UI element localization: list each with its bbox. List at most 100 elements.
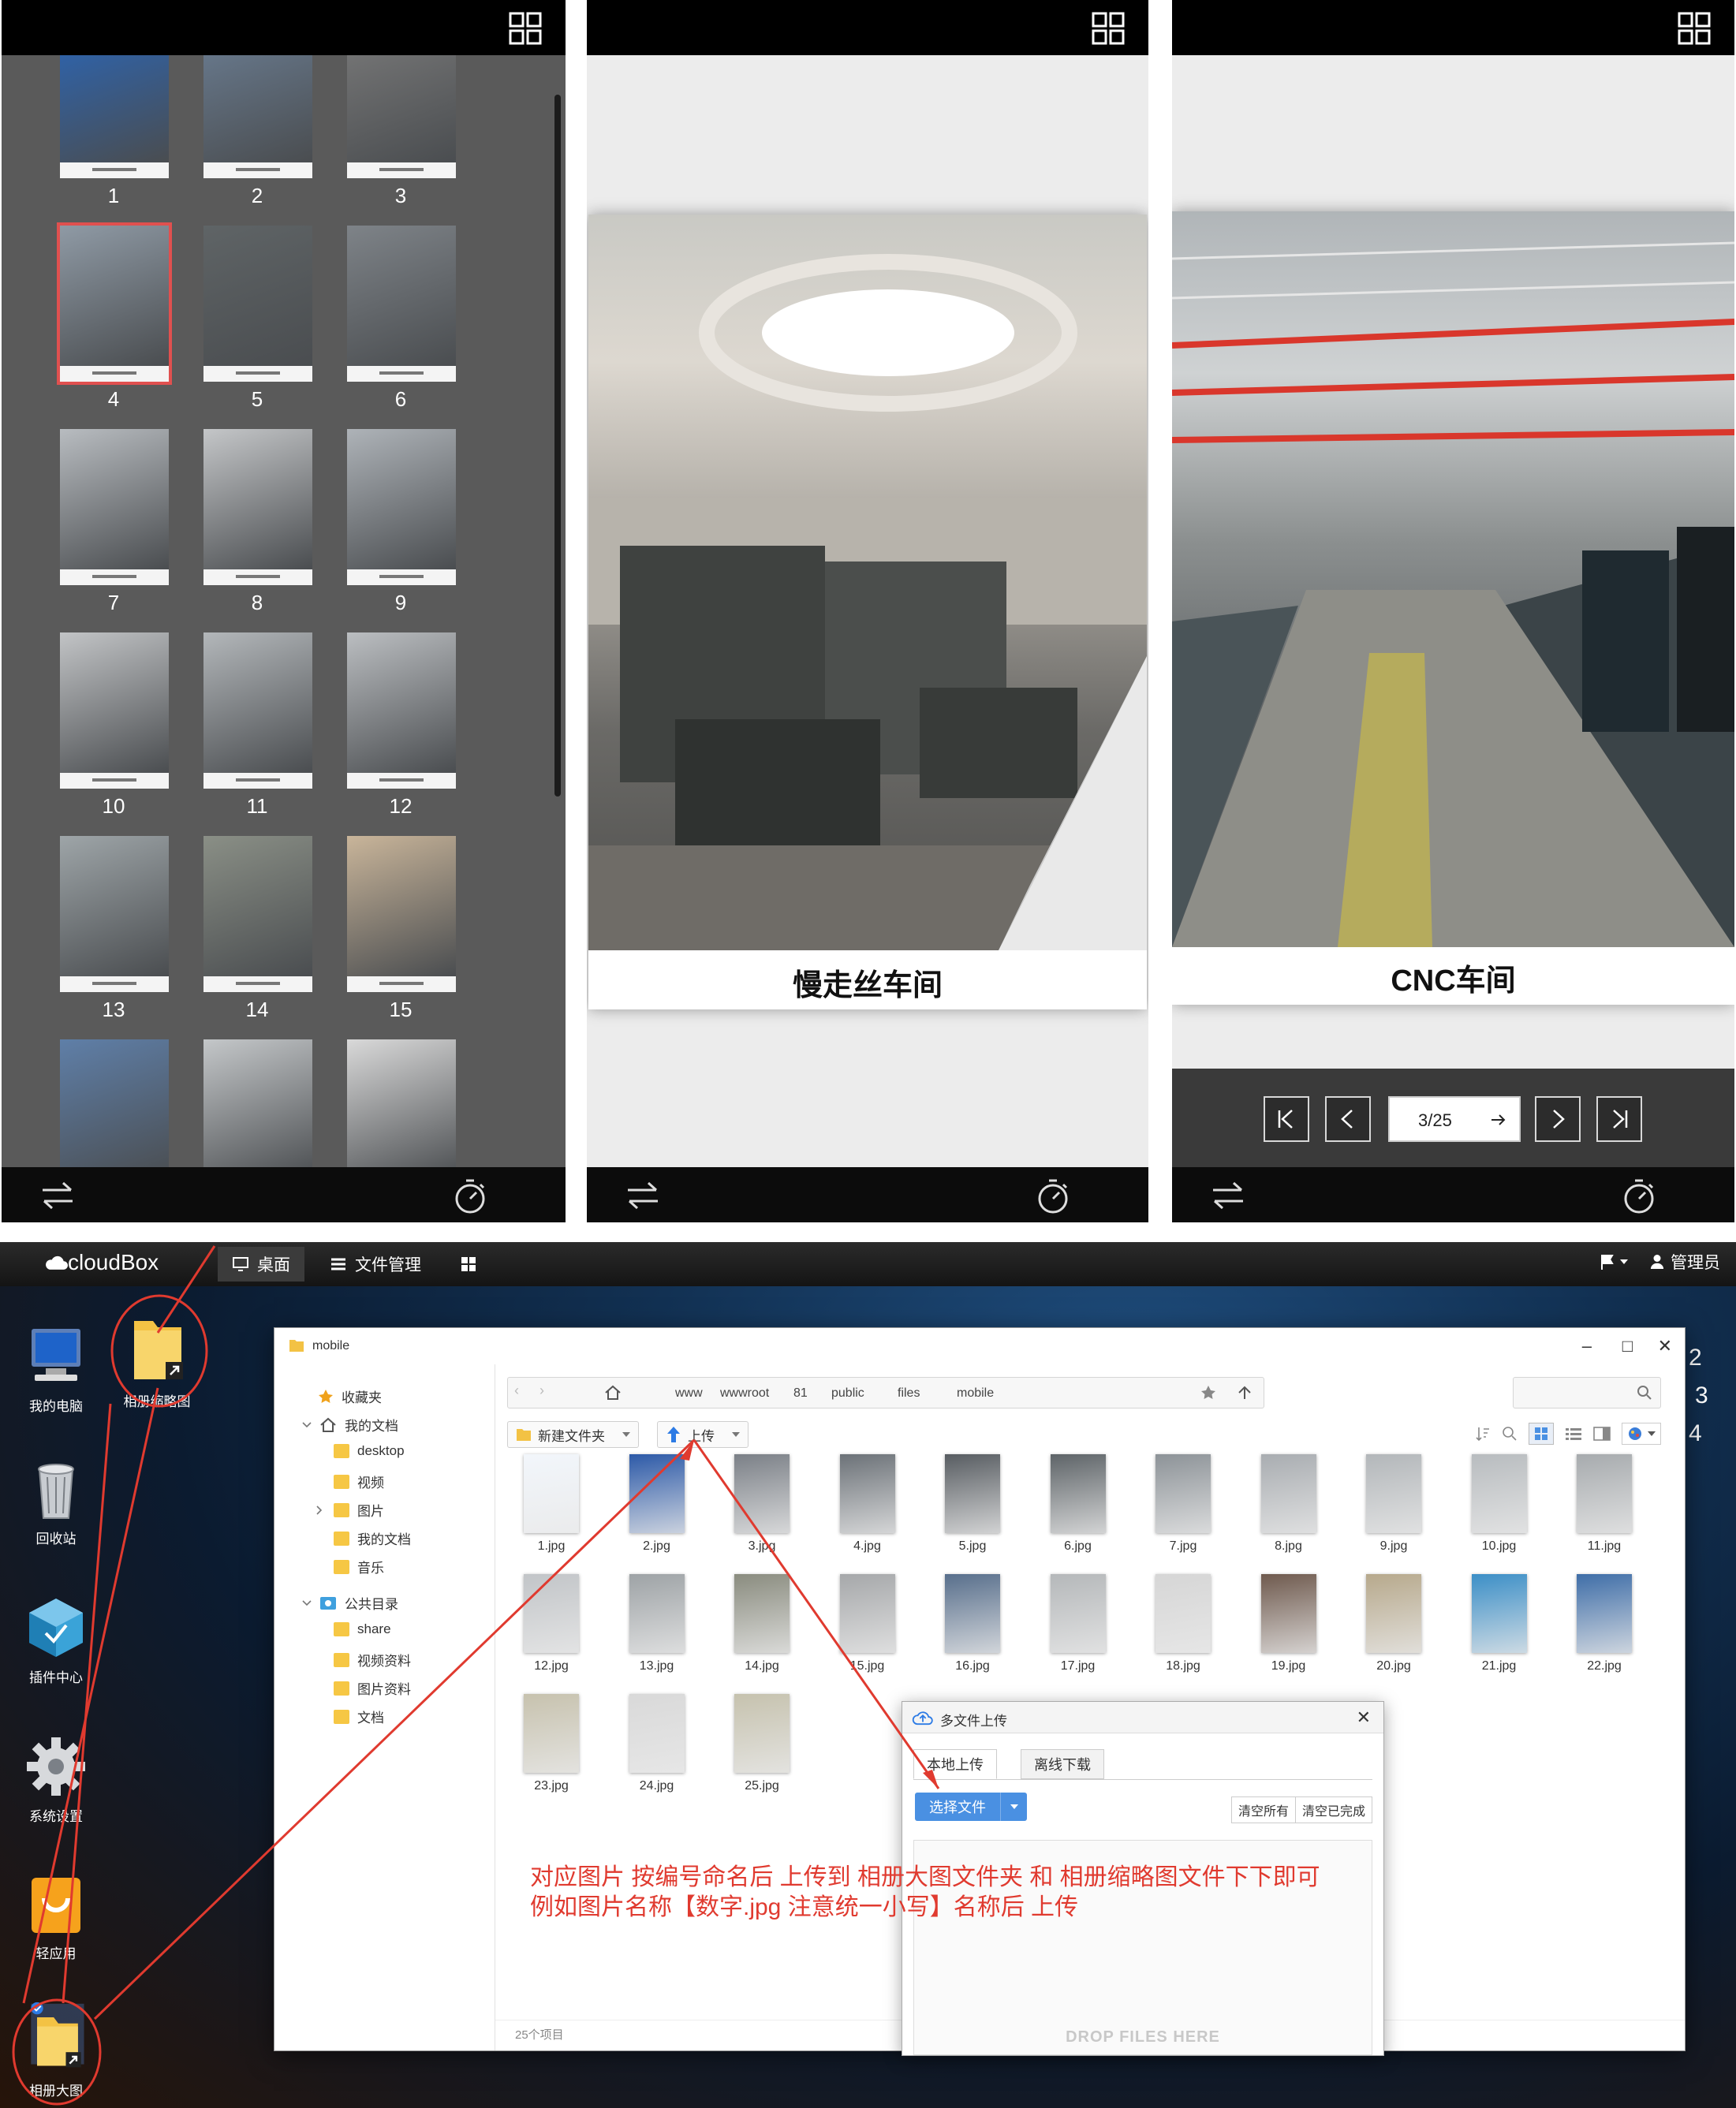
tab-offline-download[interactable]: 离线下载 bbox=[1021, 1749, 1104, 1779]
breadcrumb-item[interactable]: files bbox=[898, 1386, 920, 1401]
tab-local-upload[interactable]: 本地上传 bbox=[913, 1749, 997, 1779]
desktop-icon-plugin-center[interactable]: 插件中心 bbox=[5, 1594, 107, 1686]
theme-button[interactable] bbox=[1622, 1423, 1661, 1445]
thumbnail-item[interactable]: 5 bbox=[185, 226, 330, 423]
file-item[interactable]: 8.jpg bbox=[1245, 1454, 1332, 1565]
flag-button[interactable] bbox=[1600, 1253, 1628, 1270]
file-item[interactable]: 2.jpg bbox=[614, 1454, 700, 1565]
desktop-icon-thumbnail-album[interactable]: 相册缩略图 bbox=[106, 1307, 208, 1410]
thumbnail-item[interactable]: 2 bbox=[185, 55, 330, 219]
list-view-icon[interactable] bbox=[1565, 1427, 1582, 1441]
last-page-button[interactable] bbox=[1596, 1096, 1642, 1142]
file-item[interactable]: 11.jpg bbox=[1561, 1454, 1648, 1565]
chevron-down-icon[interactable] bbox=[302, 1421, 312, 1428]
file-item[interactable]: 14.jpg bbox=[719, 1574, 805, 1685]
file-item[interactable]: 22.jpg bbox=[1561, 1574, 1648, 1685]
page-number-input[interactable]: 3/25 bbox=[1388, 1096, 1521, 1142]
grid-icon[interactable] bbox=[1092, 12, 1125, 45]
file-item[interactable]: 9.jpg bbox=[1350, 1454, 1437, 1565]
maximize-button[interactable]: □ bbox=[1622, 1336, 1633, 1356]
tab-desktop[interactable]: 桌面 bbox=[218, 1247, 304, 1282]
thumbnail-item[interactable]: 7 bbox=[41, 429, 186, 626]
sort-icon[interactable] bbox=[1475, 1426, 1491, 1442]
tab-file-manager[interactable]: 文件管理 bbox=[315, 1247, 435, 1282]
swap-icon[interactable] bbox=[1210, 1181, 1246, 1211]
thumbnail-item[interactable]: 11 bbox=[185, 632, 330, 830]
autoplay-timer-icon[interactable] bbox=[1036, 1178, 1070, 1214]
tree-item[interactable]: share bbox=[334, 1621, 391, 1637]
grid-icon[interactable] bbox=[1678, 12, 1711, 45]
icon-view-button[interactable] bbox=[1529, 1423, 1554, 1445]
dialog-close-button[interactable]: ✕ bbox=[1357, 1707, 1371, 1728]
file-item[interactable]: 20.jpg bbox=[1350, 1574, 1437, 1685]
file-item[interactable]: 12.jpg bbox=[508, 1574, 595, 1685]
file-item[interactable]: 16.jpg bbox=[929, 1574, 1016, 1685]
file-item[interactable]: 21.jpg bbox=[1456, 1574, 1543, 1685]
breadcrumb-item[interactable]: mobile bbox=[957, 1386, 994, 1401]
clear-all-button[interactable]: 清空所有 bbox=[1232, 1797, 1296, 1823]
file-item[interactable]: 5.jpg bbox=[929, 1454, 1016, 1565]
minimize-button[interactable]: – bbox=[1582, 1336, 1592, 1356]
tree-item[interactable]: 图片 bbox=[316, 1500, 384, 1520]
thumbnail-item[interactable]: 8 bbox=[185, 429, 330, 626]
file-item[interactable]: 25.jpg bbox=[719, 1694, 805, 1804]
album-page[interactable]: CNC车间 bbox=[1172, 211, 1734, 1005]
tree-item[interactable]: desktop bbox=[334, 1443, 405, 1459]
breadcrumb-item[interactable]: public bbox=[831, 1386, 864, 1401]
desktop-icon-light-app[interactable]: 轻应用 bbox=[5, 1870, 107, 1962]
apps-button[interactable] bbox=[446, 1247, 491, 1282]
thumbnail-item[interactable]: 10 bbox=[41, 632, 186, 830]
swap-icon[interactable] bbox=[39, 1181, 76, 1211]
thumbnail-item[interactable]: 16 bbox=[41, 1039, 186, 1167]
next-page-button[interactable] bbox=[1535, 1096, 1581, 1142]
file-item[interactable]: 6.jpg bbox=[1035, 1454, 1122, 1565]
choose-file-button[interactable]: 选择文件 bbox=[915, 1793, 1027, 1821]
file-item[interactable]: 1.jpg bbox=[508, 1454, 595, 1565]
star-icon[interactable] bbox=[1200, 1385, 1216, 1401]
thumbnail-item[interactable]: 17 bbox=[185, 1039, 330, 1167]
file-item[interactable]: 24.jpg bbox=[614, 1694, 700, 1804]
breadcrumb-item[interactable]: 81 bbox=[793, 1386, 808, 1401]
scrollbar[interactable] bbox=[554, 95, 561, 797]
breadcrumb-item[interactable]: wwwroot bbox=[720, 1386, 769, 1401]
new-folder-button[interactable]: 新建文件夹 bbox=[507, 1421, 639, 1448]
autoplay-timer-icon[interactable] bbox=[1622, 1178, 1656, 1214]
tree-item[interactable]: 视频 bbox=[334, 1472, 384, 1491]
user-menu[interactable]: 管理员 bbox=[1650, 1250, 1720, 1274]
thumbnail-item[interactable]: 14 bbox=[185, 836, 330, 1033]
album-page[interactable]: 慢走丝车间 bbox=[588, 215, 1147, 1009]
breadcrumb-item[interactable]: www bbox=[675, 1386, 703, 1401]
desktop-icon-recycle-bin[interactable]: 回收站 bbox=[5, 1455, 107, 1547]
tree-item[interactable]: 我的文档 bbox=[334, 1528, 411, 1548]
arrow-up-icon[interactable] bbox=[1237, 1385, 1253, 1401]
swap-icon[interactable] bbox=[625, 1181, 661, 1211]
thumbnail-item[interactable]: 6 bbox=[328, 226, 473, 423]
thumbnail-item[interactable]: 3 bbox=[328, 55, 473, 219]
go-arrow-icon[interactable] bbox=[1489, 1110, 1508, 1129]
file-item[interactable]: 3.jpg bbox=[719, 1454, 805, 1565]
clear-completed-button[interactable]: 清空已完成 bbox=[1296, 1797, 1372, 1823]
tree-item[interactable]: 我的文档 bbox=[302, 1415, 398, 1435]
tree-item[interactable]: 音乐 bbox=[334, 1557, 384, 1576]
back-button[interactable]: ‹ bbox=[514, 1382, 536, 1403]
upload-button[interactable]: 上传 bbox=[657, 1421, 749, 1448]
thumbnail-item[interactable]: 4 bbox=[41, 222, 186, 423]
first-page-button[interactable] bbox=[1264, 1096, 1309, 1142]
file-item[interactable]: 4.jpg bbox=[824, 1454, 911, 1565]
address-bar[interactable]: ‹ › www wwwroot 81 public files mobile bbox=[507, 1377, 1264, 1408]
forward-button[interactable]: › bbox=[539, 1382, 562, 1403]
close-button[interactable]: ✕ bbox=[1658, 1336, 1672, 1356]
zoom-icon[interactable] bbox=[1502, 1426, 1518, 1442]
autoplay-timer-icon[interactable] bbox=[454, 1178, 487, 1214]
prev-page-button[interactable] bbox=[1325, 1096, 1371, 1142]
chevron-down-icon[interactable] bbox=[302, 1599, 312, 1606]
file-item[interactable]: 17.jpg bbox=[1035, 1574, 1122, 1685]
file-item[interactable]: 13.jpg bbox=[614, 1574, 700, 1685]
tree-item[interactable]: 文档 bbox=[334, 1707, 384, 1726]
file-item[interactable]: 10.jpg bbox=[1456, 1454, 1543, 1565]
file-item[interactable]: 7.jpg bbox=[1140, 1454, 1226, 1565]
file-item[interactable]: 18.jpg bbox=[1140, 1574, 1226, 1685]
desktop-icon-my-computer[interactable]: 我的电脑 bbox=[5, 1323, 107, 1415]
chevron-right-icon[interactable] bbox=[316, 1505, 323, 1515]
desktop-icon-full-album[interactable]: 相册大图 bbox=[5, 1999, 107, 2099]
